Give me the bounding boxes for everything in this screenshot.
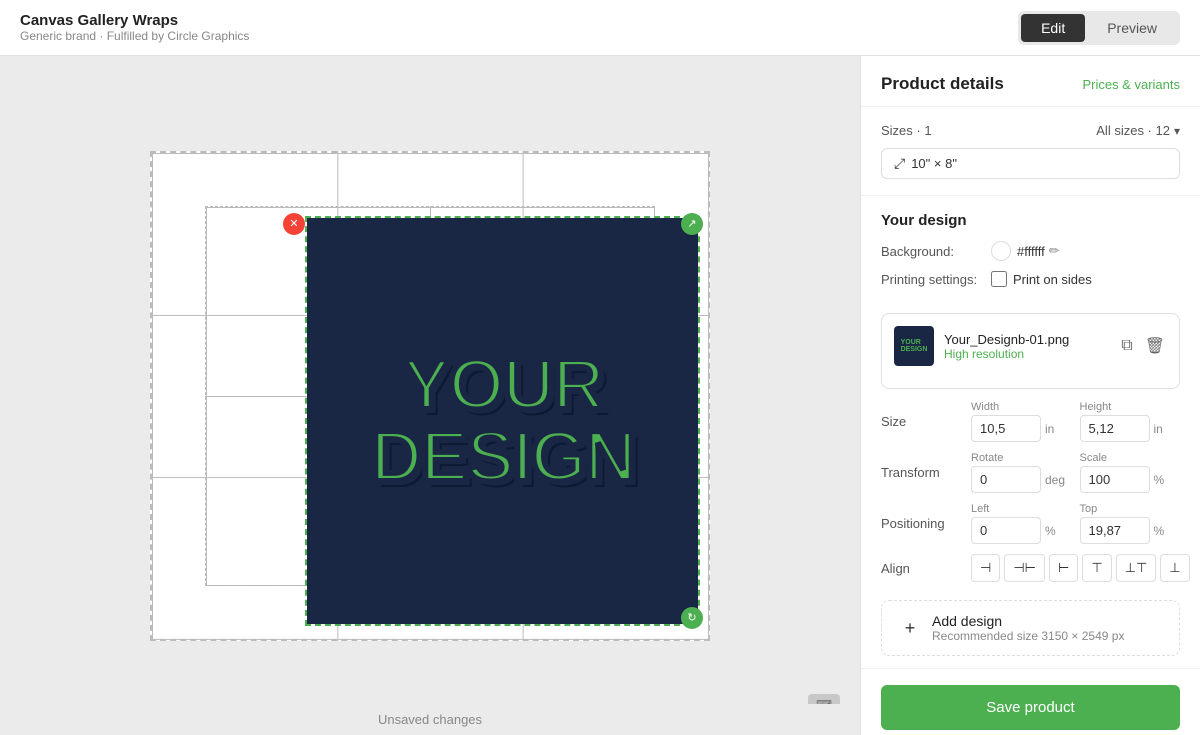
width-unit: in <box>1045 422 1065 436</box>
design-placement-area[interactable]: YOUR DESIGN <box>305 216 700 626</box>
height-unit: in <box>1154 422 1174 436</box>
all-sizes-dropdown[interactable]: All sizes · 12 ▾ <box>1096 123 1180 138</box>
printing-row: Printing settings: Print on sides <box>881 271 1180 287</box>
panel-header: Product details Prices & variants <box>861 56 1200 107</box>
design-file-card: YOURDESIGN Your_Designb-01.png High reso… <box>881 313 1180 389</box>
align-row: Align ⊣ ⊣⊢ ⊢ ⊤ ⊥⊤ ⊥ <box>881 554 1180 582</box>
color-swatch[interactable] <box>991 241 1011 261</box>
align-label: Align <box>881 561 971 576</box>
save-section: Save product <box>861 668 1200 735</box>
align-middle-v-button[interactable]: ⊥⊤ <box>1116 554 1157 582</box>
top-input-group: % <box>1080 517 1181 544</box>
design-info: Your_Designb-01.png High resolution <box>944 332 1109 361</box>
top-input[interactable] <box>1080 517 1150 544</box>
print-on-sides-label: Print on sides <box>1013 272 1092 287</box>
positioning-row: Positioning Left % Top % <box>881 503 1180 544</box>
expand-icon: ⤢ <box>894 155 905 172</box>
add-design-label: Add design <box>932 613 1124 629</box>
add-design-info: Add design Recommended size 3150 × 2549 … <box>932 613 1124 643</box>
transform-label: Transform <box>881 465 971 480</box>
height-input[interactable] <box>1080 415 1150 442</box>
align-right-button[interactable]: ⊢ <box>1049 554 1078 582</box>
scale-input[interactable] <box>1080 466 1150 493</box>
background-row: Background: #ffffff ✏ <box>881 241 1180 261</box>
sizes-row: Sizes · 1 All sizes · 12 ▾ <box>881 123 1180 138</box>
background-label: Background: <box>881 244 991 259</box>
align-bottom-button[interactable]: ⊥ <box>1160 554 1189 582</box>
size-fields: Width in Height in <box>971 401 1180 442</box>
scale-unit: % <box>1154 473 1174 487</box>
design-properties: Size Width in Height in <box>861 401 1200 592</box>
your-design-title: Your design <box>881 212 1180 229</box>
chevron-down-icon: ▾ <box>1174 124 1180 138</box>
design-actions: ⧉ 🗑 <box>1119 334 1167 358</box>
size-label: Size <box>881 414 971 429</box>
design-card-header: YOURDESIGN Your_Designb-01.png High reso… <box>894 326 1167 366</box>
align-center-h-button[interactable]: ⊣⊢ <box>1004 554 1045 582</box>
align-top-button[interactable]: ⊤ <box>1082 554 1111 582</box>
canvas-container: YOUR DESIGN ✕ ↗ ↻ <box>150 151 710 641</box>
design-quality: High resolution <box>944 347 1109 361</box>
width-input[interactable] <box>971 415 1041 442</box>
sizes-count: Sizes · 1 <box>881 123 932 138</box>
design-filename: Your_Designb-01.png <box>944 332 1109 347</box>
add-icon: + <box>898 616 922 640</box>
print-on-sides-checkbox[interactable] <box>991 271 1007 287</box>
left-input-group: % <box>971 517 1072 544</box>
delete-handle[interactable]: ✕ <box>283 213 305 235</box>
edit-color-icon[interactable]: ✏ <box>1049 243 1060 259</box>
transform-row: Transform Rotate deg Scale % <box>881 452 1180 493</box>
unsaved-changes: Unsaved changes <box>0 704 860 735</box>
header-brand: Canvas Gallery Wraps Generic brand · Ful… <box>20 12 249 43</box>
size-chip[interactable]: ⤢ 10" × 8" <box>881 148 1180 179</box>
left-group-label: Left <box>971 503 1072 515</box>
resize-handle-tr[interactable]: ↗ <box>681 213 703 235</box>
align-left-button[interactable]: ⊣ <box>971 554 1000 582</box>
right-panel: Product details Prices & variants Sizes … <box>860 56 1200 735</box>
view-tabs: Edit Preview <box>1018 11 1180 45</box>
rotate-group-label: Rotate <box>971 452 1072 464</box>
color-hex: #ffffff <box>1017 244 1045 259</box>
panel-title: Product details <box>881 74 1004 94</box>
align-buttons: ⊣ ⊣⊢ ⊢ ⊤ ⊥⊤ ⊥ <box>971 554 1190 582</box>
height-input-group: in <box>1080 415 1181 442</box>
width-group-label: Width <box>971 401 1072 413</box>
delete-design-button[interactable]: 🗑 <box>1143 334 1167 358</box>
design-thumbnail: YOURDESIGN <box>894 326 934 366</box>
size-row: Size Width in Height in <box>881 401 1180 442</box>
rotate-input[interactable] <box>971 466 1041 493</box>
rotate-unit: deg <box>1045 473 1065 487</box>
add-design-row[interactable]: + Add design Recommended size 3150 × 254… <box>881 600 1180 656</box>
positioning-label: Positioning <box>881 516 971 531</box>
transform-fields: Rotate deg Scale % <box>971 452 1180 493</box>
main-content: YOUR DESIGN ✕ ↗ ↻ ⌨ Unsaved changes Prod… <box>0 56 1200 735</box>
design-text: YOUR DESIGN <box>370 349 634 493</box>
resize-handle-br[interactable]: ↻ <box>681 607 703 629</box>
your-design-section: Your design Background: #ffffff ✏ Printi… <box>861 196 1200 313</box>
printing-label: Printing settings: <box>881 272 991 287</box>
sizes-section: Sizes · 1 All sizes · 12 ▾ ⤢ 10" × 8" <box>861 107 1200 196</box>
prices-variants-link[interactable]: Prices & variants <box>1082 77 1180 92</box>
rotate-input-group: deg <box>971 466 1072 493</box>
app-title: Canvas Gallery Wraps <box>20 12 249 29</box>
top-unit: % <box>1154 524 1174 538</box>
app-header: Canvas Gallery Wraps Generic brand · Ful… <box>0 0 1200 56</box>
positioning-fields: Left % Top % <box>971 503 1180 544</box>
width-input-group: in <box>971 415 1072 442</box>
canvas-area: YOUR DESIGN ✕ ↗ ↻ ⌨ Unsaved changes <box>0 56 860 735</box>
height-group-label: Height <box>1080 401 1181 413</box>
tab-preview[interactable]: Preview <box>1087 14 1177 42</box>
design-image: YOUR DESIGN <box>307 218 698 624</box>
left-input[interactable] <box>971 517 1041 544</box>
tab-edit[interactable]: Edit <box>1021 14 1085 42</box>
app-subtitle: Generic brand · Fulfilled by Circle Grap… <box>20 29 249 43</box>
left-unit: % <box>1045 524 1065 538</box>
scale-input-group: % <box>1080 466 1181 493</box>
add-design-sub: Recommended size 3150 × 2549 px <box>932 629 1124 643</box>
top-group-label: Top <box>1080 503 1181 515</box>
copy-design-button[interactable]: ⧉ <box>1119 335 1134 357</box>
save-product-button[interactable]: Save product <box>881 685 1180 730</box>
scale-group-label: Scale <box>1080 452 1181 464</box>
